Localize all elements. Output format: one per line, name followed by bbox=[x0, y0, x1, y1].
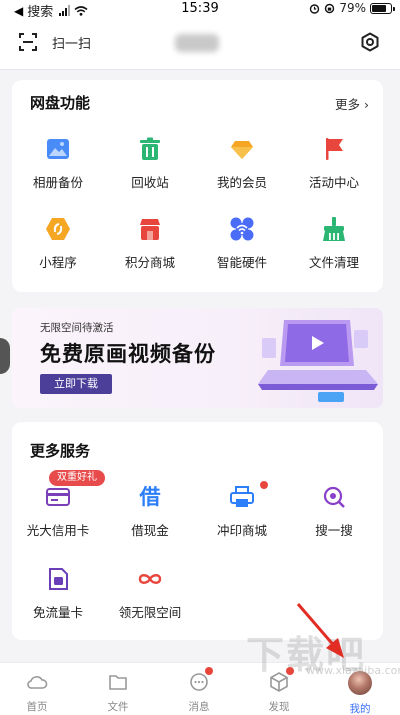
blurred-username bbox=[175, 34, 219, 52]
service-item-label: 借现金 bbox=[131, 523, 169, 538]
netdisk-item-label: 活动中心 bbox=[308, 175, 359, 190]
wifi-device-icon bbox=[229, 216, 255, 242]
tab-label: 首页 bbox=[26, 701, 48, 713]
tab-messages[interactable]: 消息 bbox=[169, 667, 229, 714]
message-icon bbox=[188, 667, 213, 693]
service-item-search[interactable]: 搜一搜 bbox=[288, 484, 380, 539]
service-item-unlimited-space[interactable]: 领无限空间 bbox=[104, 566, 196, 621]
service-item-data-sim-card[interactable]: 免流量卡 bbox=[12, 566, 104, 621]
tab-label: 消息 bbox=[188, 701, 210, 713]
watermark-url: www.xiazaiba.com bbox=[306, 664, 400, 677]
tab-files[interactable]: 文件 bbox=[88, 671, 148, 714]
trash-icon bbox=[137, 136, 163, 162]
netdisk-item-label: 相册备份 bbox=[32, 175, 83, 190]
services-title: 更多服务 bbox=[30, 442, 91, 460]
settings-icon bbox=[361, 32, 379, 52]
netdisk-item-points-mall[interactable]: 积分商城 bbox=[104, 216, 196, 271]
netdisk-item-label: 智能硬件 bbox=[216, 255, 267, 270]
diamond-icon bbox=[229, 136, 255, 162]
banner-title: 免费原画视频备份 bbox=[40, 342, 216, 366]
netdisk-card: 网盘功能 更多 › 相册备份 回收站 我的会员 活动中心 小程序 积分商城 智能… bbox=[12, 80, 383, 292]
sim-card-icon bbox=[45, 566, 71, 592]
service-item-label: 领无限空间 bbox=[118, 605, 182, 620]
print-mall-notification-dot bbox=[260, 481, 268, 489]
scan-label: 扫一扫 bbox=[52, 36, 92, 52]
orientation-lock-icon bbox=[325, 3, 335, 13]
printer-icon bbox=[229, 484, 255, 510]
tab-label: 发现 bbox=[268, 701, 290, 713]
alarm-icon bbox=[310, 3, 320, 14]
netdisk-item-label: 我的会员 bbox=[216, 175, 267, 190]
credit-card-icon bbox=[45, 484, 71, 510]
borrow-icon: 借 bbox=[139, 485, 161, 509]
service-item-label: 冲印商城 bbox=[216, 523, 267, 538]
netdisk-item-mini-program[interactable]: 小程序 bbox=[12, 216, 104, 271]
status-right: 79% bbox=[309, 1, 395, 15]
service-item-label: 搜一搜 bbox=[315, 523, 353, 538]
battery-icon bbox=[370, 2, 395, 14]
tab-home[interactable]: 首页 bbox=[7, 671, 67, 714]
settings-button[interactable] bbox=[360, 32, 380, 56]
netdisk-item-label: 文件清理 bbox=[308, 255, 359, 270]
folder-icon bbox=[107, 671, 129, 693]
hexagon-icon bbox=[45, 216, 71, 242]
shop-icon bbox=[137, 216, 163, 242]
infinity-icon bbox=[137, 566, 163, 592]
search-icon bbox=[321, 484, 347, 510]
tab-label: 文件 bbox=[107, 701, 129, 713]
netdisk-item-smart-hardware[interactable]: 智能硬件 bbox=[196, 216, 288, 271]
broom-icon bbox=[321, 216, 347, 242]
album-icon bbox=[45, 136, 71, 162]
netdisk-item-my-membership[interactable]: 我的会员 bbox=[196, 136, 288, 191]
service-item-borrow-cash[interactable]: 借 借现金 bbox=[104, 484, 196, 539]
netdisk-item-recycle-bin[interactable]: 回收站 bbox=[104, 136, 196, 191]
floating-side-handle[interactable] bbox=[0, 338, 10, 374]
top-bar: 扫一扫 bbox=[0, 18, 400, 70]
netdisk-item-activity-center[interactable]: 活动中心 bbox=[288, 136, 380, 191]
netdisk-item-file-cleanup[interactable]: 文件清理 bbox=[288, 216, 380, 271]
netdisk-item-label: 回收站 bbox=[131, 175, 169, 190]
banner-download-button[interactable]: 立即下载 bbox=[40, 374, 112, 394]
netdisk-more-link[interactable]: 更多 › bbox=[335, 94, 369, 113]
service-item-label: 免流量卡 bbox=[32, 605, 83, 620]
scan-button[interactable]: 扫一扫 bbox=[18, 32, 91, 52]
scan-icon bbox=[19, 33, 37, 51]
messages-notification-dot bbox=[205, 667, 213, 675]
banner-subtitle: 无限空间待激活 bbox=[40, 322, 114, 334]
netdisk-item-label: 小程序 bbox=[39, 255, 77, 270]
promo-badge: 双重好礼 bbox=[49, 470, 105, 486]
battery-percent: 79% bbox=[339, 1, 366, 15]
cloud-icon bbox=[26, 671, 48, 693]
tab-label: 我的 bbox=[349, 703, 371, 715]
netdisk-item-label: 积分商城 bbox=[124, 255, 175, 270]
netdisk-title: 网盘功能 bbox=[30, 94, 91, 112]
flag-icon bbox=[321, 136, 347, 162]
annotation-arrow-icon bbox=[296, 603, 344, 658]
promo-banner[interactable]: 无限空间待激活 免费原画视频备份 立即下载 bbox=[12, 308, 383, 408]
laptop-illustration bbox=[258, 320, 378, 402]
netdisk-item-album-backup[interactable]: 相册备份 bbox=[12, 136, 104, 191]
status-bar: ◀ 搜索 15:39 79% bbox=[0, 0, 400, 20]
service-item-label: 光大信用卡 bbox=[26, 523, 90, 538]
service-item-print-mall[interactable]: 冲印商城 bbox=[196, 484, 288, 539]
service-item-credit-card[interactable]: 光大信用卡 bbox=[12, 484, 104, 539]
